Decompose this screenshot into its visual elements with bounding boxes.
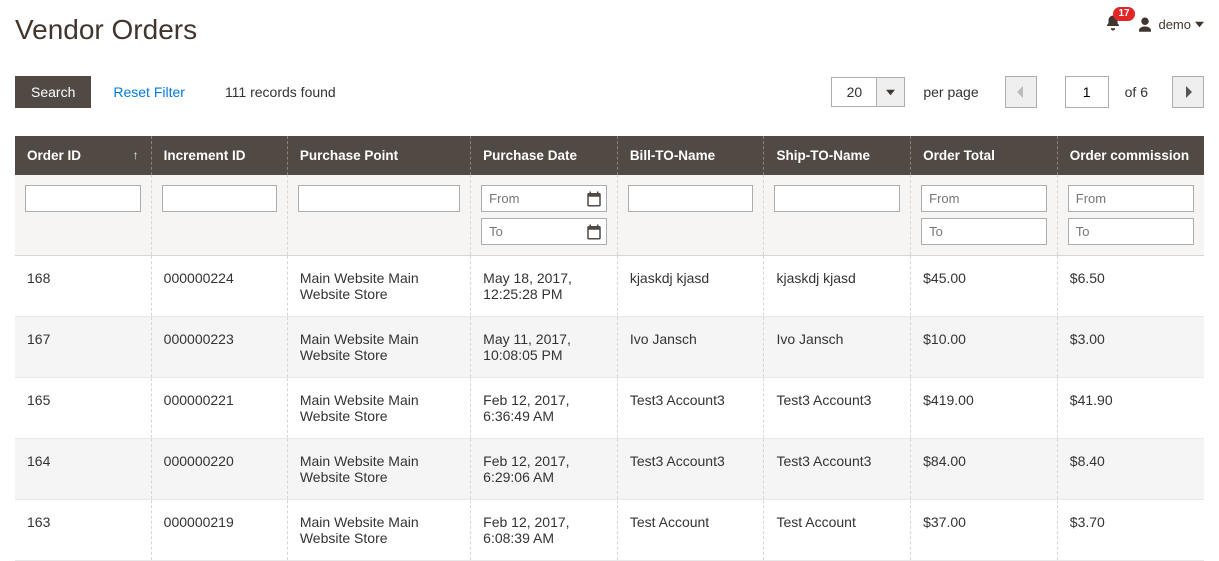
col-header-purchase-date[interactable]: Purchase Date: [471, 136, 618, 175]
cell-order-id: 163: [15, 500, 151, 561]
col-header-bill-to-name[interactable]: Bill-TO-Name: [617, 136, 764, 175]
total-pages: of 6: [1125, 84, 1148, 100]
caret-down-icon: [1195, 20, 1204, 29]
page-title: Vendor Orders: [15, 14, 197, 46]
cell-purchase-date: May 11, 2017, 10:08:05 PM: [471, 317, 618, 378]
cell-purchase-date: Feb 12, 2017, 6:36:49 AM: [471, 378, 618, 439]
cell-order-total: $37.00: [911, 500, 1058, 561]
col-header-label: Purchase Point: [300, 148, 398, 163]
user-icon: [1136, 16, 1154, 34]
cell-ship-to-name: Test Account: [764, 500, 911, 561]
cell-purchase-point: Main Website Main Website Store: [287, 500, 470, 561]
sort-asc-icon: ↑: [133, 148, 139, 162]
col-header-order-total[interactable]: Order Total: [911, 136, 1058, 175]
cell-ship-to-name: Ivo Jansch: [764, 317, 911, 378]
table-row[interactable]: 168000000224Main Website Main Website St…: [15, 256, 1204, 317]
col-header-label: Order commission: [1070, 148, 1189, 163]
filter-order-id[interactable]: [25, 185, 141, 212]
chevron-left-icon: [1016, 86, 1026, 98]
filter-commission-from[interactable]: [1068, 185, 1194, 212]
cell-ship-to-name: Test3 Account3: [764, 439, 911, 500]
col-header-label: Bill-TO-Name: [630, 148, 715, 163]
table-row[interactable]: 163000000219Main Website Main Website St…: [15, 500, 1204, 561]
table-row[interactable]: 164000000220Main Website Main Website St…: [15, 439, 1204, 500]
cell-purchase-point: Main Website Main Website Store: [287, 439, 470, 500]
cell-order-commission: $3.70: [1057, 500, 1204, 561]
cell-order-commission: $41.90: [1057, 378, 1204, 439]
col-header-label: Order ID: [27, 148, 81, 163]
table-row[interactable]: 165000000221Main Website Main Website St…: [15, 378, 1204, 439]
next-page-button[interactable]: [1172, 76, 1204, 108]
col-header-order-commission[interactable]: Order commission: [1057, 136, 1204, 175]
cell-purchase-date: Feb 12, 2017, 6:29:06 AM: [471, 439, 618, 500]
cell-increment-id: 000000223: [151, 317, 287, 378]
page-input[interactable]: [1065, 76, 1109, 108]
reset-filter-link[interactable]: Reset Filter: [113, 84, 185, 100]
cell-order-id: 164: [15, 439, 151, 500]
cell-ship-to-name: kjaskdj kjasd: [764, 256, 911, 317]
cell-bill-to-name: Test3 Account3: [617, 378, 764, 439]
cell-purchase-point: Main Website Main Website Store: [287, 256, 470, 317]
per-page-label: per page: [923, 84, 978, 100]
col-header-label: Order Total: [923, 148, 995, 163]
col-header-increment-id[interactable]: Increment ID: [151, 136, 287, 175]
cell-purchase-date: Feb 12, 2017, 6:08:39 AM: [471, 500, 618, 561]
orders-table: Order ID ↑ Increment ID Purchase Point P…: [15, 136, 1204, 561]
filter-order-total-to[interactable]: [921, 218, 1047, 245]
user-name: demo: [1158, 17, 1191, 32]
col-header-label: Ship-TO-Name: [776, 148, 870, 163]
search-button[interactable]: Search: [15, 76, 91, 108]
cell-order-id: 167: [15, 317, 151, 378]
user-menu[interactable]: demo: [1136, 16, 1204, 34]
cell-purchase-point: Main Website Main Website Store: [287, 317, 470, 378]
cell-bill-to-name: Ivo Jansch: [617, 317, 764, 378]
cell-increment-id: 000000224: [151, 256, 287, 317]
cell-bill-to-name: Test3 Account3: [617, 439, 764, 500]
filter-purchase-point[interactable]: [298, 185, 460, 212]
cell-order-total: $45.00: [911, 256, 1058, 317]
cell-order-commission: $3.00: [1057, 317, 1204, 378]
prev-page-button[interactable]: [1005, 76, 1037, 108]
filter-commission-to[interactable]: [1068, 218, 1194, 245]
per-page-select[interactable]: 20: [831, 77, 905, 107]
records-found: 111 records found: [225, 84, 336, 100]
col-header-order-id[interactable]: Order ID ↑: [15, 136, 151, 175]
cell-purchase-point: Main Website Main Website Store: [287, 378, 470, 439]
cell-order-total: $10.00: [911, 317, 1058, 378]
filter-increment-id[interactable]: [162, 185, 277, 212]
per-page-value: 20: [831, 77, 877, 107]
cell-purchase-date: May 18, 2017, 12:25:28 PM: [471, 256, 618, 317]
cell-increment-id: 000000221: [151, 378, 287, 439]
table-row[interactable]: 167000000223Main Website Main Website St…: [15, 317, 1204, 378]
col-header-label: Purchase Date: [483, 148, 577, 163]
filter-ship-to-name[interactable]: [774, 185, 900, 212]
cell-ship-to-name: Test3 Account3: [764, 378, 911, 439]
caret-down-icon: [886, 88, 895, 97]
per-page-dropdown-button[interactable]: [877, 77, 905, 107]
cell-order-commission: $8.40: [1057, 439, 1204, 500]
col-header-ship-to-name[interactable]: Ship-TO-Name: [764, 136, 911, 175]
col-header-purchase-point[interactable]: Purchase Point: [287, 136, 470, 175]
cell-order-total: $419.00: [911, 378, 1058, 439]
filter-order-total-from[interactable]: [921, 185, 1047, 212]
cell-increment-id: 000000220: [151, 439, 287, 500]
cell-order-id: 168: [15, 256, 151, 317]
cell-order-id: 165: [15, 378, 151, 439]
calendar-icon[interactable]: [585, 190, 603, 208]
calendar-icon[interactable]: [585, 223, 603, 241]
filter-bill-to-name[interactable]: [628, 185, 754, 212]
cell-bill-to-name: kjaskdj kjasd: [617, 256, 764, 317]
chevron-right-icon: [1183, 86, 1193, 98]
cell-bill-to-name: Test Account: [617, 500, 764, 561]
notifications-badge: 17: [1113, 7, 1134, 21]
cell-order-total: $84.00: [911, 439, 1058, 500]
col-header-label: Increment ID: [164, 148, 246, 163]
cell-order-commission: $6.50: [1057, 256, 1204, 317]
notifications-button[interactable]: 17: [1104, 14, 1122, 35]
cell-increment-id: 000000219: [151, 500, 287, 561]
